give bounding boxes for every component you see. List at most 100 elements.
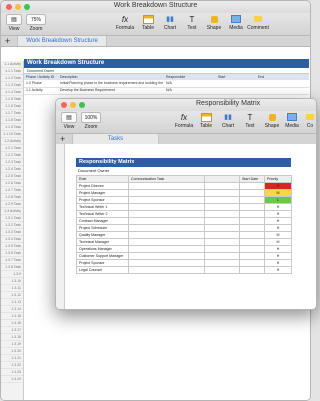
priority-cell[interactable]: M <box>264 238 292 246</box>
row-id-cell[interactable]: 1.3.8 Task <box>1 264 23 271</box>
row-id-cell[interactable]: 1.1.9 Task <box>1 124 23 131</box>
row-id-cell[interactable]: 1.3.15 Subtask <box>1 313 23 320</box>
priority-cell[interactable]: H <box>264 245 292 253</box>
tab-tasks[interactable]: Tasks <box>72 134 159 144</box>
blank-cell[interactable] <box>204 210 240 218</box>
start-date-cell[interactable] <box>239 182 265 190</box>
row-id-cell[interactable]: 1.3.24 Subtask <box>1 376 23 383</box>
row-id-cell[interactable]: 1.3 Activity <box>1 208 23 215</box>
row-id-cell[interactable]: 1.3.9 Subtask <box>1 271 23 278</box>
table-row[interactable]: Quality Manager M <box>76 231 292 239</box>
start-date-cell[interactable] <box>239 252 265 260</box>
table-row[interactable]: Project Manager M <box>76 189 292 197</box>
role-cell[interactable]: Project Sponsor <box>76 259 129 267</box>
priority-cell[interactable]: H <box>264 259 292 267</box>
role-cell[interactable]: Contract Manager <box>76 217 129 225</box>
row-id-cell[interactable]: 1.3.17 Subtask <box>1 327 23 334</box>
view-button[interactable]: ▤ View <box>58 112 80 130</box>
communication-task-cell[interactable] <box>128 266 205 274</box>
row-id-cell[interactable]: 1.2.6 Task <box>1 180 23 187</box>
communication-task-cell[interactable] <box>128 245 205 253</box>
comment-button[interactable]: Comment <box>247 14 269 31</box>
start-date-cell[interactable] <box>239 210 265 218</box>
role-cell[interactable]: Quality Manager <box>76 231 129 239</box>
table-row[interactable]: Technical Writer 1 H <box>76 203 292 211</box>
blank-cell[interactable] <box>204 266 240 274</box>
row-id-cell[interactable]: 1.3.18 Subtask <box>1 334 23 341</box>
role-cell[interactable]: Project Manager <box>76 189 129 197</box>
row-id-cell[interactable]: 1.3.1 Task <box>1 215 23 222</box>
start-date-cell[interactable] <box>239 217 265 225</box>
communication-task-cell[interactable] <box>128 238 205 246</box>
formula-button[interactable]: fx Formula <box>114 14 136 32</box>
row-id-cell[interactable]: 1.3.21 Subtask <box>1 355 23 362</box>
text-button[interactable]: T Text <box>181 14 203 32</box>
priority-cell[interactable]: H <box>264 203 292 211</box>
role-cell[interactable]: Project Sponsor <box>76 196 129 204</box>
chart-button[interactable]: ▮▮ Chart <box>159 14 181 31</box>
table-button[interactable]: Table <box>137 14 159 31</box>
row-id-cell[interactable]: 1.3.10 Subtask <box>1 278 23 285</box>
row-id-cell[interactable]: 1.3.20 Subtask <box>1 348 23 355</box>
priority-cell[interactable]: M <box>264 231 292 239</box>
communication-task-cell[interactable] <box>128 259 205 267</box>
role-cell[interactable]: Technical Writer 1 <box>76 203 129 211</box>
row-id-cell[interactable]: 1.1.4 Task <box>1 89 23 96</box>
row-id-cell[interactable]: 1.3.16 Subtask <box>1 320 23 327</box>
row-id-cell[interactable]: 1.3.14 Subtask <box>1 306 23 313</box>
communication-task-cell[interactable] <box>128 203 205 211</box>
row-id-cell[interactable]: 1.3.2 Task <box>1 222 23 229</box>
blank-cell[interactable] <box>204 196 240 204</box>
comment-button[interactable]: Co <box>299 112 316 129</box>
row-id-cell[interactable]: 1.1.6 Task <box>1 103 23 110</box>
text-button[interactable]: T Text <box>239 112 261 130</box>
table-row[interactable]: Project Scheduler H <box>76 224 292 232</box>
row-id-cell[interactable]: 1.2 Activity <box>1 138 23 145</box>
row-id-cell[interactable]: 1.1.2 Task <box>1 75 23 82</box>
priority-cell[interactable]: H <box>264 266 292 274</box>
row-id-cell[interactable]: 1.1.3 Task <box>1 82 23 89</box>
table-row[interactable]: Technical Writer 2 H <box>76 210 292 218</box>
row-id-cell[interactable]: 1.3.13 Subtask <box>1 299 23 306</box>
blank-cell[interactable] <box>204 245 240 253</box>
blank-cell[interactable] <box>204 182 240 190</box>
priority-cell[interactable]: M <box>264 189 292 197</box>
row-id-cell[interactable]: 1.1.1 Task <box>1 68 23 75</box>
wbs-titlebar[interactable]: Work Breakdown Structure <box>1 1 310 13</box>
row-id-cell[interactable]: 1.2.3 Task <box>1 159 23 166</box>
view-button[interactable]: ▤ View <box>3 14 25 32</box>
role-cell[interactable]: Project Scheduler <box>76 224 129 232</box>
table-button[interactable]: Table <box>195 112 217 129</box>
table-row[interactable]: Technical Manager M <box>76 238 292 246</box>
row-id-cell[interactable]: 1.1.5 Task <box>1 96 23 103</box>
start-date-cell[interactable] <box>239 203 265 211</box>
row-id-cell[interactable]: 1.3.12 Subtask <box>1 292 23 299</box>
row-id-cell[interactable]: 1.1 Activity <box>1 61 23 68</box>
start-date-cell[interactable] <box>239 231 265 239</box>
add-sheet-button[interactable]: + <box>60 134 65 144</box>
row-id-cell[interactable]: 1.1.10 Task <box>1 131 23 138</box>
communication-task-cell[interactable] <box>128 196 205 204</box>
communication-task-cell[interactable] <box>128 231 205 239</box>
communication-task-cell[interactable] <box>128 217 205 225</box>
priority-cell[interactable]: H <box>264 210 292 218</box>
start-date-cell[interactable] <box>239 196 265 204</box>
start-date-cell[interactable] <box>239 189 265 197</box>
blank-cell[interactable] <box>204 224 240 232</box>
row-id-cell[interactable]: 1.3.11 Subtask <box>1 285 23 292</box>
priority-cell[interactable]: L <box>264 196 292 204</box>
row-id-cell[interactable]: 1.2.5 Task <box>1 173 23 180</box>
table-row[interactable]: Project Sponsor L <box>76 196 292 204</box>
role-cell[interactable]: Project Director <box>76 182 129 190</box>
blank-cell[interactable] <box>204 252 240 260</box>
zoom-button[interactable] <box>79 102 85 108</box>
table-row[interactable]: Project Sponsor H <box>76 259 292 267</box>
row-id-cell[interactable]: 1.2.9 Task <box>1 201 23 208</box>
table-row[interactable]: Operations Manager H <box>76 245 292 253</box>
row-id-cell[interactable]: 1.3.5 Task <box>1 243 23 250</box>
start-date-cell[interactable] <box>239 238 265 246</box>
row-id-cell[interactable]: 1.3.4 Task <box>1 236 23 243</box>
priority-cell[interactable]: H <box>264 217 292 225</box>
row-id-cell[interactable]: 1.3.7 Task <box>1 257 23 264</box>
priority-cell[interactable]: H <box>264 252 292 260</box>
